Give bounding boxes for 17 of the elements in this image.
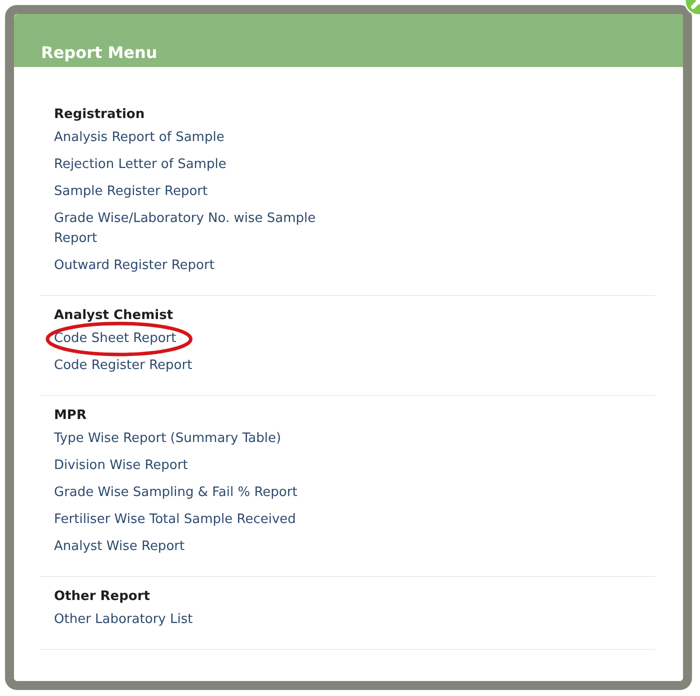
report-link[interactable]: Division Wise Report — [54, 456, 188, 476]
section-heading: Analyst Chemist — [54, 307, 174, 325]
section-heading: MPR — [54, 407, 88, 425]
report-link[interactable]: Code Register Report — [54, 356, 192, 376]
report-link[interactable]: Analyst Wise Report — [54, 536, 185, 556]
report-link[interactable]: Fertiliser Wise Total Sample Received — [54, 510, 296, 530]
report-link[interactable]: Outward Register Report — [54, 256, 214, 276]
dialog-title: Report Menu — [41, 43, 158, 63]
report-link[interactable]: Grade Wise/Laboratory No. wise Sample Report — [54, 208, 344, 248]
report-link[interactable]: Type Wise Report (Summary Table) — [54, 428, 282, 448]
report-link[interactable]: Rejection Letter of Sample — [54, 154, 226, 174]
report-link[interactable]: Grade Wise Sampling & Fail % Report — [54, 482, 298, 502]
section-heading: Other Report — [54, 588, 151, 606]
report-link[interactable]: Analysis Report of Sample — [54, 128, 224, 148]
report-link[interactable]: Sample Register Report — [54, 182, 208, 202]
section-heading: Registration — [54, 106, 146, 124]
report-link[interactable]: Other Laboratory List — [54, 610, 193, 630]
